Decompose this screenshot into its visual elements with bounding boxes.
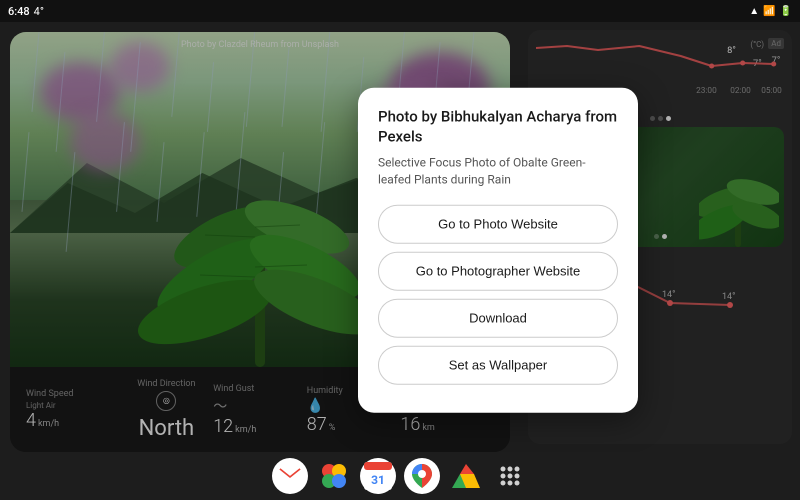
status-temp: 4°: [34, 5, 44, 18]
battery-icon: 🔋: [780, 6, 792, 17]
app-launcher-icon[interactable]: [492, 458, 528, 494]
google-drive-icon[interactable]: [448, 458, 484, 494]
modal-title: Photo by Bibhukalyan Acharya from Pexels: [378, 108, 618, 147]
status-bar: 6:48 4° ▲ 📶 🔋: [0, 0, 800, 22]
go-to-photographer-website-button[interactable]: Go to Photographer Website: [378, 251, 618, 290]
status-icons: ▲ 📶 🔋: [749, 6, 792, 17]
status-time: 6:48: [8, 5, 30, 18]
set-as-wallpaper-button[interactable]: Set as Wallpaper: [378, 345, 618, 384]
google-maps-icon[interactable]: [404, 458, 440, 494]
wifi-icon: ▲: [749, 6, 759, 17]
download-button[interactable]: Download: [378, 298, 618, 337]
google-calendar-icon[interactable]: 31: [360, 458, 396, 494]
photo-modal: Photo by Bibhukalyan Acharya from Pexels…: [358, 88, 638, 413]
go-to-photo-website-button[interactable]: Go to Photo Website: [378, 204, 618, 243]
signal-icon: 📶: [763, 6, 775, 17]
svg-text:31: 31: [371, 473, 385, 487]
taskbar: 31: [0, 452, 800, 500]
google-photos-icon[interactable]: [316, 458, 352, 494]
gmail-icon[interactable]: [272, 458, 308, 494]
modal-description: Selective Focus Photo of Obalte Green-le…: [378, 155, 618, 189]
